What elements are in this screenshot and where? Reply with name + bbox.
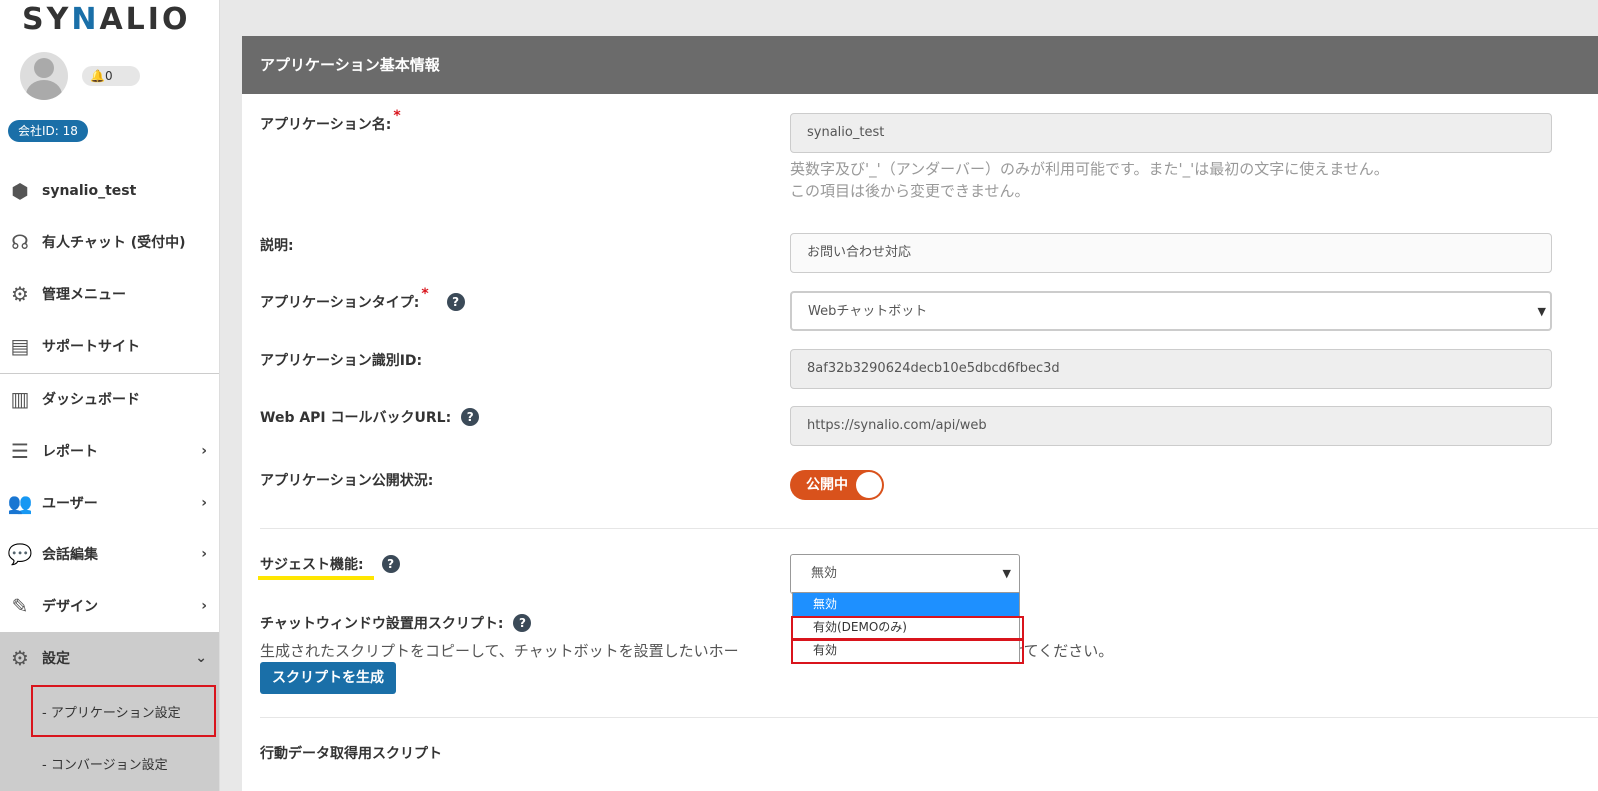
highlight-box [791, 638, 1024, 664]
toggle-knob [856, 472, 882, 498]
generate-script-button[interactable]: スクリプトを生成 [260, 662, 396, 694]
synalio-logo[interactable]: SYNALIO [22, 2, 190, 37]
publish-status-label: アプリケーション公開状況: [260, 473, 434, 489]
help-icon[interactable]: ? [446, 293, 465, 311]
sidebar-item-admin[interactable]: ⚙ 管理メニュー [0, 268, 219, 320]
label-text: アプリケーションタイプ: [260, 295, 420, 311]
label-text: サジェスト機能: [260, 557, 364, 573]
sidebar-item-report[interactable]: ☰ レポート › [0, 425, 219, 477]
suggest-select[interactable]: 無効 ▼ [790, 554, 1020, 594]
sidebar-item-label: 有人チャット (受付中) [42, 235, 186, 251]
notification-count: 0 [104, 69, 113, 83]
sidebar-item-app[interactable]: ⬢ synalio_test [0, 165, 219, 217]
sidebar-item-label: 設定 [42, 651, 70, 667]
chevron-right-icon: › [201, 598, 207, 614]
sidebar-item-label: ダッシュボード [42, 392, 140, 408]
sidebar-item-label: 管理メニュー [42, 287, 126, 303]
submenu-item-label: - コンバージョン設定 [42, 757, 168, 773]
behavior-script-label: 行動データ取得用スクリプト [260, 746, 442, 762]
gear-icon: ⚙ [11, 282, 29, 306]
list-icon: ☰ [11, 439, 29, 463]
sidebar-item-conversation[interactable]: 💬 会話編集 › [0, 528, 219, 580]
description-field[interactable]: お問い合わせ対応 [790, 233, 1552, 273]
help-icon[interactable]: ? [513, 614, 532, 632]
help-icon[interactable]: ? [381, 555, 400, 573]
description-text: 生成されたスクリプトをコピーして、チャットボットを設置したいホー [260, 642, 739, 660]
sidebar-item-label: レポート [42, 444, 98, 460]
divider [260, 717, 1598, 718]
gears-icon: ⚙ [11, 646, 29, 670]
chevron-right-icon: › [201, 495, 207, 511]
bar-chart-icon: ▥ [10, 387, 30, 411]
toggle-label: 公開中 [806, 477, 848, 493]
submenu-item-conversion-settings[interactable]: - コンバージョン設定 [30, 738, 215, 788]
company-id-badge: 会社ID: 18 [8, 120, 88, 142]
yellow-underline [258, 576, 374, 580]
chevron-right-icon: › [201, 443, 207, 459]
dropdown-arrow-icon: ▼ [1002, 567, 1011, 580]
users-icon: 👥 [7, 491, 33, 515]
app-name-hint-2: この項目は後から変更できません。 [790, 182, 1030, 200]
label-text: Web API コールバックURL: [260, 410, 452, 426]
sidebar: SYNALIO 🔔0 会社ID: 18 ⬢ synalio_test ☊ 有人チ… [0, 0, 220, 791]
sidebar-item-label: 会話編集 [42, 547, 98, 563]
dropdown-option[interactable]: 無効 [793, 593, 1019, 616]
sidebar-item-users[interactable]: 👥 ユーザー › [0, 477, 219, 529]
description-label: 説明: [260, 238, 294, 254]
app-name-hint: 英数字及び'_'（アンダーバー）のみが利用可能です。また'_'は最初の文字に使え… [790, 160, 1389, 178]
label-text: アプリケーション名: [260, 117, 392, 133]
sidebar-item-settings[interactable]: ⚙ 設定 ⌄ [0, 632, 219, 684]
sidebar-item-label: サポートサイト [42, 339, 140, 355]
panel-title: アプリケーション基本情報 [242, 36, 1598, 94]
sidebar-item-dashboard[interactable]: ▥ ダッシュボード [0, 373, 219, 425]
app-settings-panel: アプリケーション基本情報 アプリケーション名: * synalio_test 英数… [242, 36, 1598, 791]
app-name-label: アプリケーション名: * [260, 108, 401, 134]
headset-icon: ☊ [11, 230, 29, 254]
app-id-field: 8af32b3290624decb10e5dbcd6fbec3d [790, 349, 1552, 389]
sidebar-item-label: ユーザー [42, 496, 98, 512]
app-type-label: アプリケーションタイプ: * ? [260, 286, 465, 312]
chat-script-label: チャットウィンドウ設置用スクリプト: ? [260, 613, 532, 633]
required-mark: * [393, 108, 401, 124]
app-name-field: synalio_test [790, 113, 1552, 153]
help-icon[interactable]: ? [461, 408, 480, 426]
sidebar-item-label: デザイン [42, 599, 98, 615]
callback-url-label: Web API コールバックURL: ? [260, 407, 480, 427]
app-id-label: アプリケーション識別ID: [260, 353, 423, 369]
chevron-down-icon: ⌄ [195, 650, 207, 666]
browser-icon: ▤ [10, 334, 30, 358]
chevron-right-icon: › [201, 546, 207, 562]
highlight-box [31, 685, 216, 737]
app-type-select[interactable]: Webチャットボット [790, 291, 1552, 331]
sidebar-item-live-chat[interactable]: ☊ 有人チャット (受付中) [0, 216, 219, 268]
callback-url-field: https://synalio.com/api/web [790, 406, 1552, 446]
suggest-label: サジェスト機能: ? [260, 554, 400, 574]
sidebar-item-label: synalio_test [42, 183, 137, 199]
avatar[interactable] [20, 52, 68, 100]
label-text: チャットウィンドウ設置用スクリプト: [260, 616, 504, 632]
bell-icon: 🔔 [90, 69, 105, 83]
sidebar-item-design[interactable]: ✎ デザイン › [0, 580, 219, 632]
required-mark: * [421, 286, 429, 302]
divider [260, 528, 1598, 529]
edit-icon: ✎ [11, 594, 29, 618]
cube-icon: ⬢ [11, 179, 29, 203]
select-value: 無効 [811, 566, 838, 581]
notification-badge[interactable]: 🔔0 [82, 66, 140, 86]
chat-icon: 💬 [7, 542, 33, 566]
sidebar-item-support[interactable]: ▤ サポートサイト [0, 320, 219, 372]
publish-toggle[interactable]: 公開中 [790, 470, 884, 500]
